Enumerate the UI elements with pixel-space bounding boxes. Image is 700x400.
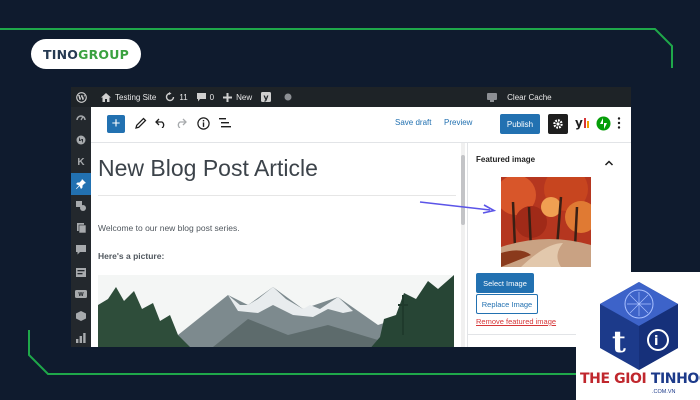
home-icon — [101, 92, 111, 102]
yoast-seo-icon[interactable]: y — [575, 116, 591, 130]
comments-count: 0 — [209, 92, 215, 102]
svg-text:i: i — [654, 334, 658, 349]
new-content-link[interactable]: New — [223, 92, 253, 102]
remove-featured-image-link[interactable]: Remove featured image — [476, 317, 556, 326]
admin-sidebar: K W — [71, 107, 95, 347]
new-label: New — [236, 92, 253, 102]
admin-bar: W Testing Site 11 0 New y Clear Cache — [71, 87, 631, 107]
featured-image-panel-title[interactable]: Featured image — [476, 155, 535, 164]
svg-text:y: y — [575, 116, 583, 130]
site-name-link[interactable]: Testing Site — [101, 92, 157, 102]
svg-text:t: t — [612, 325, 626, 360]
sidebar-item-media[interactable] — [71, 195, 91, 217]
status-dot-icon — [284, 93, 296, 101]
sidebar-item-k[interactable]: K — [71, 151, 91, 173]
cube-icon — [76, 311, 86, 321]
settings-button[interactable] — [548, 114, 568, 134]
jetpack-icon — [76, 135, 86, 145]
title-divider — [98, 195, 456, 196]
sidebar-item-products[interactable] — [71, 305, 91, 327]
comments-link[interactable]: 0 — [196, 92, 215, 102]
logo-text-right: GROUP — [78, 46, 129, 62]
sidebar-item-woo[interactable]: W — [71, 283, 91, 305]
more-options-icon[interactable] — [617, 117, 621, 129]
picture-heading[interactable]: Here's a picture: — [98, 251, 164, 261]
editor-scrollbar[interactable] — [461, 143, 465, 347]
cache-icon — [487, 92, 498, 102]
sidebar-item-pages[interactable] — [71, 217, 91, 239]
forms-icon — [76, 267, 86, 277]
chevron-up-icon[interactable] — [604, 154, 614, 172]
comment-icon — [196, 92, 206, 101]
sidebar-item-analytics[interactable] — [71, 327, 91, 347]
yoast-icon[interactable]: y — [261, 92, 275, 102]
svg-text:W: W — [77, 93, 86, 101]
clear-cache-link[interactable]: Clear Cache — [487, 92, 552, 102]
mountain-image[interactable] — [98, 275, 454, 347]
k-icon: K — [77, 156, 85, 168]
brand-name-red: THE GIOI — [580, 371, 647, 387]
editor-toolbar: + Save draft Preview Publish y — [91, 107, 631, 143]
edit-pencil-icon[interactable] — [135, 117, 147, 129]
replace-image-button[interactable]: Replace Image — [476, 294, 538, 314]
updates-link[interactable]: 11 — [165, 92, 188, 102]
post-title[interactable]: New Blog Post Article — [98, 155, 318, 182]
preview-button[interactable]: Preview — [444, 118, 472, 127]
editor-canvas: New Blog Post Article Welcome to our new… — [91, 143, 461, 347]
add-block-button[interactable]: + — [107, 115, 125, 133]
updates-count: 11 — [179, 92, 188, 102]
comments-icon — [76, 245, 86, 255]
redo-icon[interactable] — [175, 118, 187, 128]
thegioitinhoc-brand-name: THE GIOI TINHOC — [580, 371, 700, 387]
gear-icon — [553, 119, 563, 129]
wordpress-logo-icon[interactable]: W — [76, 91, 91, 103]
featured-image-preview[interactable] — [501, 177, 591, 267]
select-image-button[interactable]: Select Image — [476, 273, 534, 293]
save-draft-button[interactable]: Save draft — [395, 118, 431, 127]
tinogroup-logo: TINO GROUP — [31, 39, 141, 69]
jetpack-boost-icon[interactable] — [596, 116, 611, 131]
sidebar-item-forms[interactable] — [71, 261, 91, 283]
sidebar-item-jetpack[interactable] — [71, 129, 91, 151]
bar-chart-icon — [76, 333, 86, 343]
woo-icon: W — [75, 290, 87, 298]
publish-button[interactable]: Publish — [500, 114, 540, 134]
list-view-icon[interactable] — [219, 118, 231, 128]
dashboard-icon — [76, 115, 86, 121]
info-icon[interactable] — [197, 117, 210, 130]
site-name-label: Testing Site — [115, 92, 157, 102]
wordpress-editor-screenshot: W Testing Site 11 0 New y Clear Cache K … — [71, 87, 631, 347]
brand-domain: .COM.VN — [652, 389, 676, 395]
updates-icon — [166, 92, 175, 102]
logo-text-left: TINO — [43, 46, 79, 62]
sidebar-item-posts[interactable] — [71, 173, 95, 195]
thegioitinhoc-cube-logo-icon: t i — [600, 282, 678, 370]
sidebar-item-dashboard[interactable] — [71, 107, 91, 129]
sidebar-item-comments[interactable] — [71, 239, 91, 261]
clear-cache-label: Clear Cache — [507, 92, 552, 102]
svg-text:W: W — [78, 292, 84, 298]
pages-icon — [76, 223, 86, 233]
media-icon — [76, 201, 86, 211]
pin-icon — [76, 179, 86, 189]
paragraph-block[interactable]: Welcome to our new blog post series. — [98, 223, 240, 233]
undo-icon[interactable] — [155, 118, 167, 128]
plus-icon — [223, 92, 233, 102]
brand-name-blue: TINHOC — [650, 371, 700, 387]
svg-text:y: y — [264, 93, 270, 102]
annotation-arrow — [419, 201, 497, 214]
